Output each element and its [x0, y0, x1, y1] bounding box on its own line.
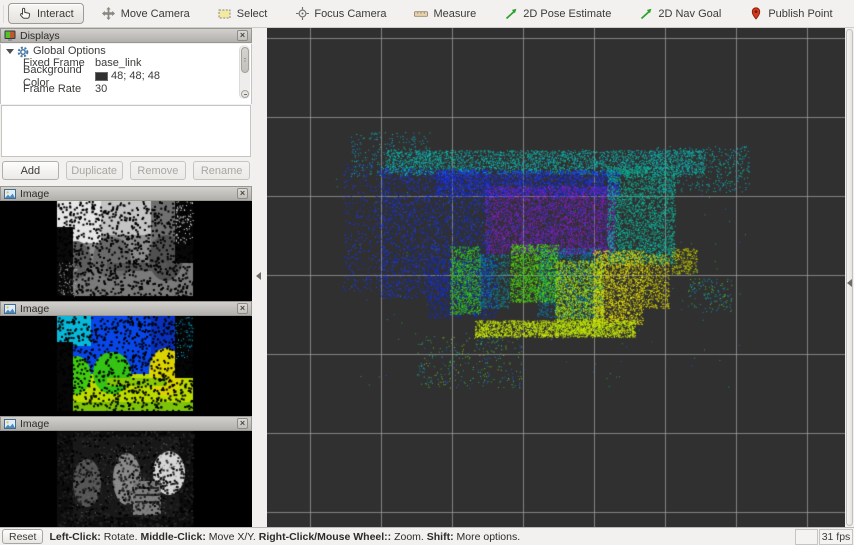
duplicate-button[interactable]: Duplicate [66, 161, 123, 180]
displays-close-button[interactable]: × [237, 30, 248, 41]
tool-label: Publish Point [768, 8, 832, 20]
mouse-hints-text: Left-Click: Rotate. Middle-Click: Move X… [43, 531, 795, 543]
property-key: Frame Rate [1, 83, 91, 96]
measure-ruler-icon [414, 7, 428, 20]
tree-vertical-scrollbar[interactable] [239, 45, 250, 99]
pointcloud-canvas[interactable] [267, 28, 845, 527]
status-spacer-cell [795, 529, 818, 545]
displays-panel-title: Displays [20, 30, 233, 42]
panel-splitter[interactable] [252, 28, 267, 527]
tool-move-camera[interactable]: Move Camera [96, 3, 196, 24]
property-value[interactable]: 30 [91, 83, 251, 96]
add-button[interactable]: Add [2, 161, 59, 180]
focus-camera-icon [295, 7, 309, 20]
tool-2d-nav-goal[interactable]: 2D Nav Goal [633, 3, 727, 24]
image-panel-3-header: Image × [0, 416, 252, 431]
tool-focus-camera[interactable]: Focus Camera [289, 3, 392, 24]
displays-tree: Global Options Fixed Frame base_link Bac… [0, 44, 252, 104]
color-swatch [95, 72, 108, 81]
tree-row-background-color[interactable]: Background Color 48; 48; 48 [1, 70, 251, 83]
tool-measure[interactable]: Measure [408, 3, 482, 24]
image-panel-2-header: Image × [0, 301, 252, 316]
image-panel-close-button[interactable]: × [237, 303, 248, 314]
expander-triangle-icon[interactable] [6, 49, 14, 54]
left-panel: Displays × Global Options Fixed Frame ba… [0, 28, 252, 527]
right-panel-splitter[interactable] [845, 28, 854, 527]
tool-2d-pose-estimate[interactable]: 2D Pose Estimate [498, 3, 617, 24]
right-splitter-collapse-arrow-icon[interactable] [847, 279, 852, 287]
image-panel-close-button[interactable]: × [237, 188, 248, 199]
image-panel-close-button[interactable]: × [237, 418, 248, 429]
image-icon [4, 188, 16, 200]
displays-monitor-icon [4, 30, 16, 42]
toolbar: Interact Move Camera Select Focus Camera [0, 0, 854, 28]
rviz-window: Interact Move Camera Select Focus Camera [0, 0, 854, 545]
image-panel-title: Image [20, 188, 233, 200]
displays-panel-header: Displays × [0, 28, 252, 43]
render-viewport[interactable] [267, 28, 845, 527]
tool-publish-point[interactable]: Publish Point [743, 3, 838, 24]
tool-label: Measure [433, 8, 476, 20]
tree-row-frame-rate[interactable]: Frame Rate 30 [1, 83, 251, 96]
tool-label: 2D Nav Goal [658, 8, 721, 20]
displays-empty-area [1, 105, 251, 157]
image-panel-title: Image [20, 418, 233, 430]
image-view-depth-rainbow [0, 316, 252, 416]
scrollbar-stepper[interactable] [241, 90, 249, 98]
property-value[interactable]: 48; 48; 48 [91, 70, 251, 83]
image-icon [4, 303, 16, 315]
reset-button[interactable]: Reset [2, 529, 43, 544]
tool-label: Focus Camera [314, 8, 386, 20]
publish-point-pin-icon [749, 7, 763, 20]
rename-button[interactable]: Rename [193, 161, 250, 180]
tool-label: Move Camera [121, 8, 190, 20]
toolbar-drag-handle[interactable] [3, 5, 4, 23]
select-box-icon [218, 7, 232, 20]
fps-counter: 31 fps [819, 529, 853, 545]
nav-goal-arrow-icon [639, 7, 653, 20]
property-value[interactable]: base_link [91, 57, 251, 70]
image-view-ir-dark [0, 431, 252, 527]
image-view-depth-gray [0, 201, 252, 301]
image-panel-title: Image [20, 303, 233, 315]
tool-label: Interact [37, 8, 74, 20]
tool-label: 2D Pose Estimate [523, 8, 611, 20]
remove-button[interactable]: Remove [130, 161, 187, 180]
image-panel-1-header: Image × [0, 186, 252, 201]
global-options-gear-icon [17, 46, 29, 58]
tool-interact[interactable]: Interact [8, 3, 84, 24]
pose-estimate-arrow-icon [504, 7, 518, 20]
interact-hand-icon [18, 7, 32, 20]
move-camera-icon [102, 7, 116, 20]
displays-button-row: Add Duplicate Remove Rename [0, 161, 252, 181]
status-bar: Reset Left-Click: Rotate. Middle-Click: … [0, 527, 854, 545]
scrollbar-thumb[interactable] [241, 47, 249, 73]
image-icon [4, 418, 16, 430]
tree-row-global-options[interactable]: Global Options [1, 44, 251, 57]
tool-select[interactable]: Select [212, 3, 274, 24]
right-scrollbar-track[interactable] [846, 29, 853, 526]
splitter-collapse-arrow-icon[interactable] [256, 272, 261, 280]
tool-label: Select [237, 8, 268, 20]
